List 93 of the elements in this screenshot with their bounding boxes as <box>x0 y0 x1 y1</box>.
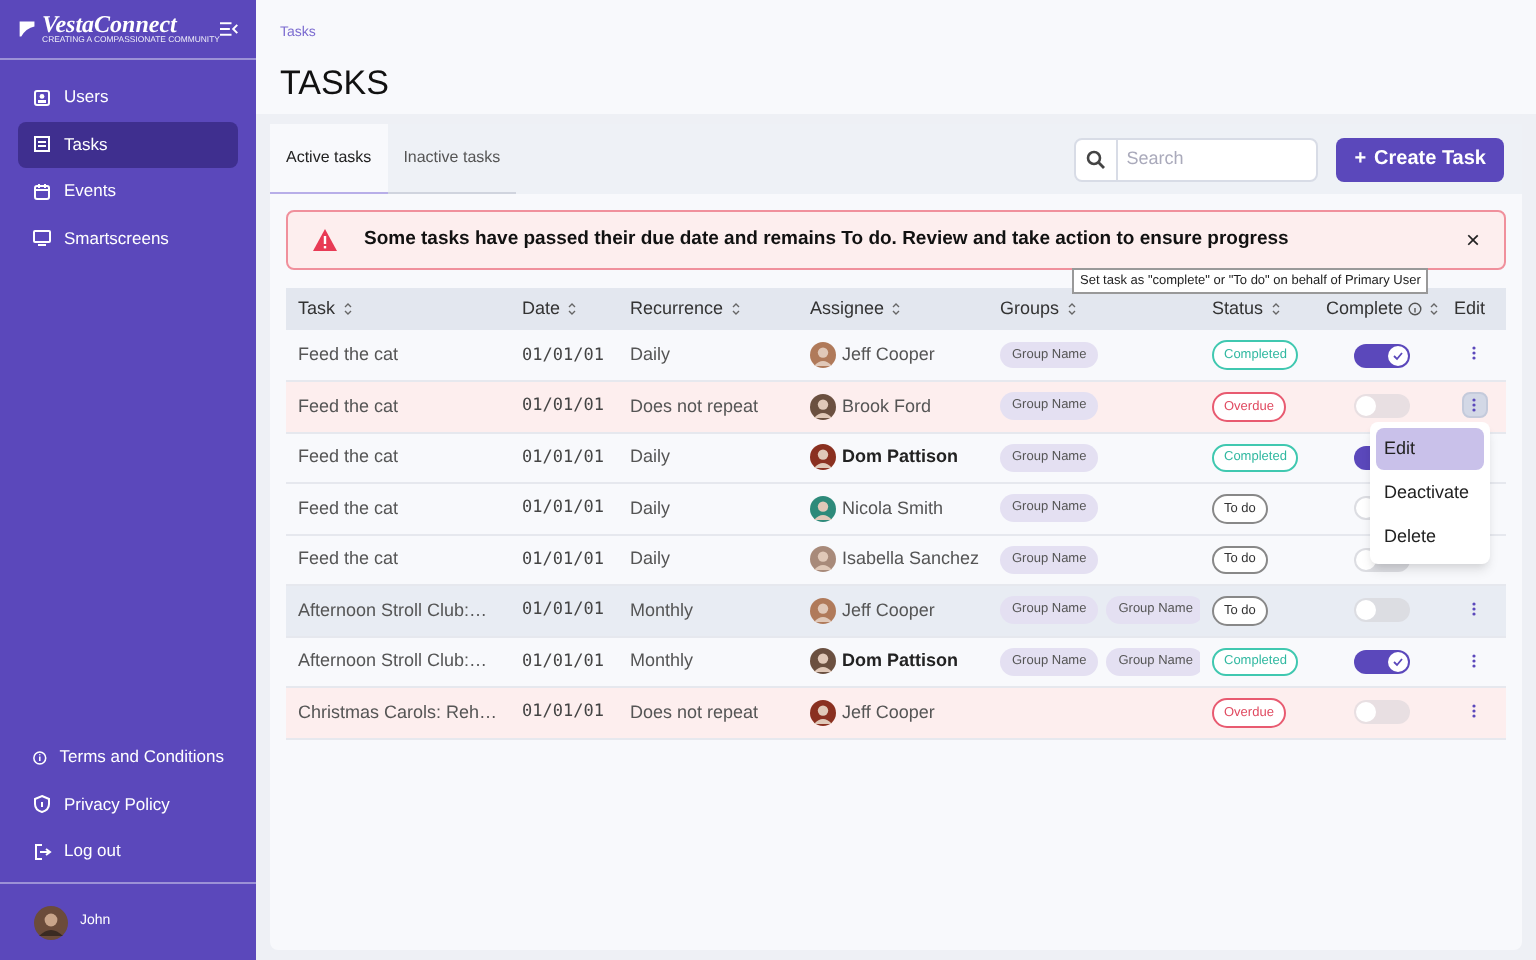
avatar <box>810 699 836 726</box>
avatar <box>810 495 836 522</box>
info-icon <box>1407 301 1422 316</box>
tab[interactable]: Active tasks <box>270 124 388 194</box>
column-header[interactable]: Status <box>1212 297 1264 318</box>
complete-toggle[interactable] <box>1354 394 1410 419</box>
avatar <box>810 648 836 675</box>
table-cell: Daily <box>630 343 671 364</box>
sort-icon[interactable] <box>568 301 577 316</box>
search-input[interactable]: Search <box>1126 145 1307 173</box>
avatar <box>810 342 836 368</box>
info-icon <box>32 747 48 767</box>
list-icon <box>32 134 52 154</box>
avatar <box>810 597 836 624</box>
column-header: Edit <box>1454 297 1486 318</box>
logo-icon <box>18 18 37 40</box>
column-header[interactable]: Recurrence <box>630 297 724 318</box>
avatar <box>810 546 836 573</box>
avatar <box>810 444 836 471</box>
table-cell: Monthly <box>630 650 694 670</box>
table-cell: Afternoon Stroll Club:… <box>298 650 488 670</box>
assignee-name: Jeff Cooper <box>842 597 935 624</box>
table-cell: 01/01/01 <box>522 549 604 570</box>
assignee-name: Jeff Cooper <box>842 699 935 726</box>
menu-item[interactable]: Delete <box>1376 516 1484 558</box>
table-cell: 01/01/01 <box>522 498 604 519</box>
assignee-name: Dom Pattison <box>842 444 959 470</box>
nav-item[interactable]: Tasks <box>18 121 238 167</box>
complete-toggle[interactable] <box>1354 700 1410 725</box>
sort-icon[interactable] <box>731 301 740 316</box>
monitor-icon <box>32 228 52 248</box>
table-cell: 01/01/01 <box>522 702 604 723</box>
table-cell: Feed the cat <box>298 497 399 517</box>
assignee-name: Isabella Sanchez <box>842 546 980 572</box>
create-task-button[interactable]: + Create Task <box>1336 137 1504 181</box>
sort-icon[interactable] <box>343 301 352 316</box>
table-cell: Feed the cat <box>298 548 399 568</box>
column-header[interactable]: Complete <box>1326 297 1404 318</box>
more-button[interactable] <box>1461 392 1487 418</box>
column-header[interactable]: Task <box>298 297 336 318</box>
menu-item[interactable]: Deactivate <box>1376 472 1484 514</box>
nav-item[interactable]: Log out <box>18 828 238 874</box>
search-field[interactable]: Search <box>1074 137 1319 181</box>
sort-icon[interactable] <box>1067 301 1076 316</box>
assignee-name: Nicola Smith <box>842 495 944 521</box>
table-cell: Afternoon Stroll Club:… <box>298 599 488 619</box>
tab[interactable]: Inactive tasks <box>387 124 517 194</box>
table-cell: Daily <box>630 548 671 568</box>
menu-item[interactable]: Edit <box>1376 428 1484 470</box>
assignee-name: Jeff Cooper <box>842 341 935 368</box>
warning-icon <box>312 228 338 252</box>
shield-icon <box>32 794 52 814</box>
table-cell: Does not repeat <box>630 395 759 415</box>
sort-icon[interactable] <box>1271 301 1280 316</box>
column-header[interactable]: Date <box>522 297 561 318</box>
user-badge-icon <box>32 87 52 107</box>
table-cell: Monthly <box>630 599 694 619</box>
complete-toggle[interactable] <box>1354 598 1410 623</box>
table-cell: 01/01/01 <box>522 396 604 417</box>
table-cell: 01/01/01 <box>522 600 604 621</box>
table-cell: 01/01/01 <box>522 345 604 366</box>
complete-toggle[interactable] <box>1354 343 1410 367</box>
table-cell: 01/01/01 <box>522 447 604 468</box>
nav-item[interactable]: Terms and Conditions <box>18 734 238 780</box>
table-cell: Feed the cat <box>298 395 399 415</box>
page-title: TASKS <box>280 61 391 105</box>
nav-item[interactable]: Users <box>18 74 238 120</box>
column-header[interactable]: Assignee <box>810 297 885 318</box>
avatar <box>34 905 68 939</box>
nav-item[interactable]: Smartscreens <box>18 215 238 261</box>
table-cell: Christmas Carols: Reh… <box>298 701 498 721</box>
table-cell: 01/01/01 <box>522 651 604 672</box>
logo-name: VestaConnect <box>42 12 178 37</box>
avatar <box>810 393 836 420</box>
table-cell: Feed the cat <box>298 446 399 466</box>
sort-icon[interactable] <box>1429 301 1438 316</box>
table-cell: Daily <box>630 446 671 466</box>
search-icon <box>1086 149 1107 169</box>
logout-icon <box>32 841 52 861</box>
table-cell: Feed the cat <box>298 343 399 364</box>
complete-toggle[interactable] <box>1354 649 1410 674</box>
alert-message: Some tasks have passed their due date and remains To do. Review and take action to ensure progress <box>364 225 1289 254</box>
close-button[interactable]: × <box>1465 228 1480 252</box>
table-cell: Daily <box>630 497 671 517</box>
calendar-icon <box>32 181 52 201</box>
sort-icon[interactable] <box>892 301 901 316</box>
table-cell: Does not repeat <box>630 701 759 721</box>
assignee-name: Dom Pattison <box>842 648 959 674</box>
column-header[interactable]: Groups <box>1000 297 1060 318</box>
collapse-menu-icon[interactable] <box>219 20 238 38</box>
assignee-name: Brook Ford <box>842 393 932 419</box>
nav-item[interactable]: Events <box>18 168 238 214</box>
nav-item[interactable]: Privacy Policy <box>18 781 238 827</box>
